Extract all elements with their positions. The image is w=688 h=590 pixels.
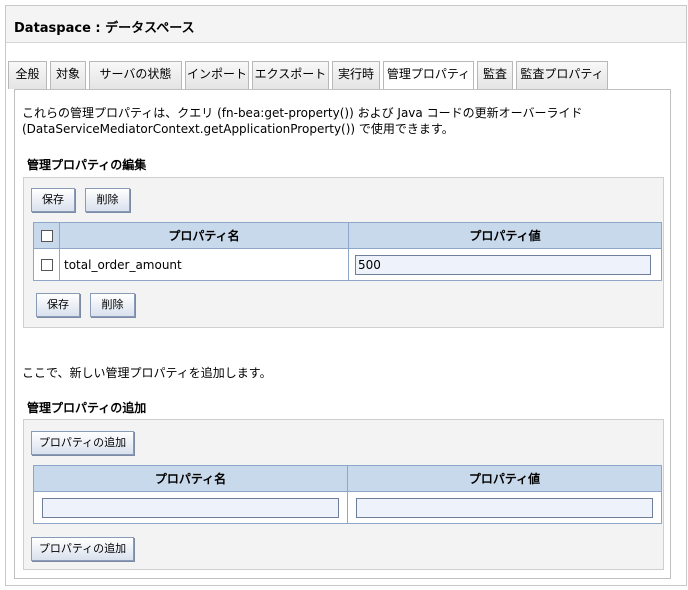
page-title: Dataspace : データスペース [14, 21, 195, 36]
tab-export[interactable]: エクスポート [252, 61, 329, 89]
property-name-cell: total_order_amount [59, 248, 349, 281]
property-value-input[interactable]: 500 [355, 254, 651, 275]
tab-import[interactable]: インポート [185, 61, 249, 89]
delete-button-bottom[interactable]: 削除 [90, 293, 135, 317]
title-bar: Dataspace : データスペース [6, 6, 686, 43]
tab-panel: これらの管理プロパティは、クエリ (fn-bea:get-property())… [14, 89, 671, 579]
row-checkbox[interactable] [40, 259, 53, 271]
tab-audit-properties[interactable]: 監査プロパティ [516, 61, 608, 89]
description: これらの管理プロパティは、クエリ (fn-bea:get-property())… [22, 105, 662, 137]
row-select-cell [33, 248, 60, 281]
edit-section-title: 管理プロパティの編集 [27, 158, 147, 172]
tab-audit[interactable]: 監査 [477, 61, 513, 89]
table-header-row: プロパティ名 プロパティ値 [33, 465, 662, 492]
edit-properties-table: プロパティ名 プロパティ値 total_order_amount 500 [33, 222, 662, 281]
new-value-cell [347, 491, 662, 524]
column-header-name: プロパティ名 [33, 465, 348, 492]
column-header-name: プロパティ名 [59, 222, 349, 249]
edit-box: 保存 削除 プロパティ名 プロパティ値 total_order_amount 5… [23, 177, 664, 328]
add-box: プロパティの追加 プロパティ名 プロパティ値 プロパティの追加 [23, 419, 664, 570]
tab-server-status[interactable]: サーバの状態 [89, 61, 182, 89]
description-line-1: これらの管理プロパティは、クエリ (fn-bea:get-property())… [22, 106, 583, 120]
description-line-2: (DataServiceMediatorContext.getApplicati… [22, 122, 454, 136]
column-header-value: プロパティ値 [347, 465, 662, 492]
new-property-name-input[interactable] [42, 497, 339, 518]
new-name-cell [33, 491, 348, 524]
save-button-bottom[interactable]: 保存 [36, 293, 80, 317]
tab-runtime[interactable]: 実行時 [332, 61, 380, 89]
tab-targets[interactable]: 対象 [50, 61, 86, 89]
new-property-value-input[interactable] [356, 497, 653, 518]
add-section-intro: ここで、新しい管理プロパティを追加します。 [22, 366, 272, 380]
select-all-header [33, 222, 60, 249]
add-properties-table: プロパティ名 プロパティ値 [33, 465, 662, 524]
add-property-button-bottom[interactable]: プロパティの追加 [31, 537, 134, 561]
table-row [33, 491, 662, 524]
save-button-top[interactable]: 保存 [31, 188, 75, 212]
table-header-row: プロパティ名 プロパティ値 [33, 222, 662, 249]
column-header-value: プロパティ値 [348, 222, 662, 249]
add-property-button-top[interactable]: プロパティの追加 [31, 431, 134, 455]
tab-admin-properties[interactable]: 管理プロパティ [383, 61, 474, 90]
table-row: total_order_amount 500 [33, 248, 662, 281]
add-section-title: 管理プロパティの追加 [27, 401, 147, 415]
delete-button-top[interactable]: 削除 [85, 188, 130, 212]
select-all-checkbox[interactable] [40, 230, 53, 242]
property-value-cell: 500 [348, 248, 662, 281]
tab-general[interactable]: 全般 [8, 61, 47, 89]
